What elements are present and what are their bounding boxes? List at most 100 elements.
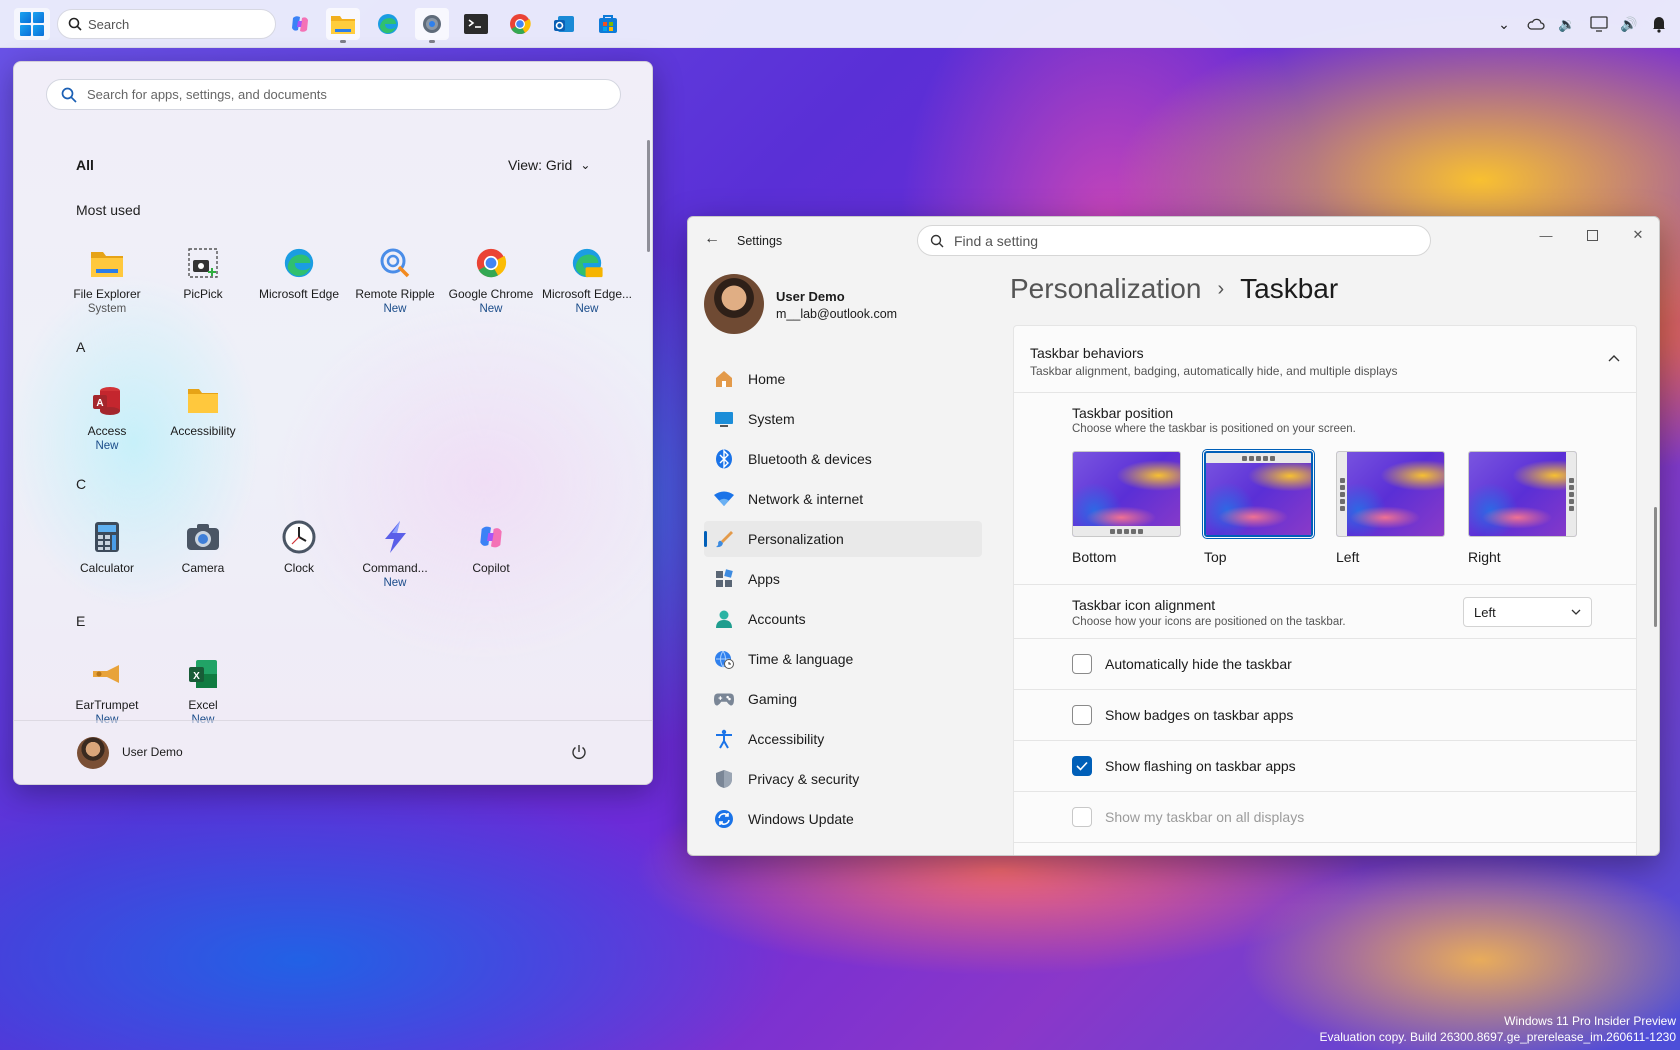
footer-user-name[interactable]: User Demo xyxy=(122,745,183,759)
settings-search-input[interactable] xyxy=(954,232,1414,249)
view-grid-dropdown[interactable]: View: Grid ⌄ xyxy=(508,157,590,173)
nav-item-time-language[interactable]: Time & language xyxy=(704,641,982,677)
position-label-right: Right xyxy=(1468,549,1501,565)
taskbar-behaviors-panel: Taskbar behaviors Taskbar alignment, bad… xyxy=(1013,325,1637,855)
app-accessibility-folder[interactable]: Accessibility xyxy=(155,382,251,468)
app-command-palette[interactable]: Command... New xyxy=(347,519,443,605)
start-button[interactable] xyxy=(14,8,50,40)
remote-ripple-icon xyxy=(377,245,413,281)
display-icon[interactable] xyxy=(1589,14,1609,34)
bluetooth-icon xyxy=(714,449,734,469)
breadcrumb: Personalization › Taskbar xyxy=(1010,273,1338,305)
start-search-box[interactable] xyxy=(46,79,621,110)
speaker-icon[interactable]: 🔊 xyxy=(1619,14,1639,34)
chevron-up-icon[interactable]: ⌄ xyxy=(1494,14,1514,34)
badges-checkbox[interactable] xyxy=(1072,705,1092,725)
app-calculator[interactable]: Calculator xyxy=(59,519,155,605)
minimize-icon[interactable]: — xyxy=(1526,223,1566,247)
app-copilot[interactable]: Copilot xyxy=(443,519,539,605)
avatar[interactable] xyxy=(704,274,764,334)
flashing-checkbox[interactable] xyxy=(1072,756,1092,776)
app-access[interactable]: A Access New xyxy=(59,382,155,468)
app-label: Calculator xyxy=(79,561,135,575)
settings-scrollbar[interactable] xyxy=(1654,507,1657,627)
nav-item-privacy[interactable]: Privacy & security xyxy=(704,761,982,797)
app-google-chrome[interactable]: Google Chrome New xyxy=(443,245,539,331)
power-icon[interactable] xyxy=(570,743,588,761)
most-used-heading: Most used xyxy=(76,202,141,218)
taskbar-terminal[interactable] xyxy=(459,8,493,40)
taskbar-edge[interactable] xyxy=(371,8,405,40)
search-icon xyxy=(68,17,82,31)
start-search-input[interactable] xyxy=(87,87,607,102)
start-footer: User Demo xyxy=(14,720,652,784)
notification-bell-icon[interactable] xyxy=(1649,14,1669,34)
taskbar-store[interactable] xyxy=(591,8,625,40)
settings-search-box[interactable] xyxy=(917,225,1431,256)
breadcrumb-parent[interactable]: Personalization xyxy=(1010,273,1201,305)
section-a-heading: A xyxy=(76,339,86,355)
back-arrow-icon[interactable]: ← xyxy=(702,229,722,249)
nav-item-home[interactable]: Home xyxy=(704,361,982,397)
auto-hide-checkbox[interactable] xyxy=(1072,654,1092,674)
position-option-left[interactable] xyxy=(1336,451,1445,537)
nav-label: Network & internet xyxy=(748,491,864,507)
brush-icon xyxy=(714,529,734,549)
position-option-right[interactable] xyxy=(1468,451,1577,537)
app-microsoft-edge[interactable]: Microsoft Edge xyxy=(251,245,347,331)
wifi-icon xyxy=(714,489,734,509)
update-icon xyxy=(714,809,734,829)
next-row xyxy=(1013,843,1637,855)
nav-item-personalization[interactable]: Personalization xyxy=(704,521,982,557)
nav-item-apps[interactable]: Apps xyxy=(704,561,982,597)
auto-hide-row: Automatically hide the taskbar xyxy=(1013,639,1637,690)
wallpaper-preview xyxy=(1337,452,1444,536)
taskbar-behaviors-header[interactable]: Taskbar behaviors Taskbar alignment, bad… xyxy=(1013,325,1637,393)
nav-item-accounts[interactable]: Accounts xyxy=(704,601,982,637)
watermark-line1: Windows 11 Pro Insider Preview xyxy=(1504,1014,1676,1028)
copilot-icon xyxy=(473,519,509,555)
app-new-badge: New xyxy=(383,303,407,315)
page-title: Taskbar xyxy=(1240,273,1339,304)
app-picpick[interactable]: PicPick xyxy=(155,245,251,331)
edge-icon xyxy=(281,245,317,281)
app-label: Google Chrome xyxy=(448,287,534,301)
taskbar-outlook[interactable] xyxy=(547,8,581,40)
chevron-up-icon[interactable] xyxy=(1604,348,1624,368)
app-camera[interactable]: Camera xyxy=(155,519,251,605)
nav-item-bluetooth[interactable]: Bluetooth & devices xyxy=(704,441,982,477)
position-option-top[interactable] xyxy=(1202,449,1315,539)
maximize-icon[interactable] xyxy=(1572,223,1612,247)
nav-item-gaming[interactable]: Gaming xyxy=(704,681,982,717)
taskbar-settings[interactable] xyxy=(415,8,449,43)
position-label-left: Left xyxy=(1336,549,1360,565)
taskbar-chrome[interactable] xyxy=(503,8,537,40)
terminal-icon xyxy=(464,14,488,34)
taskbar-search[interactable]: Search xyxy=(57,9,276,39)
nav-item-system[interactable]: System xyxy=(704,401,982,437)
chrome-icon xyxy=(510,14,531,35)
position-option-bottom[interactable] xyxy=(1072,451,1181,537)
taskbar-copilot[interactable] xyxy=(283,8,317,40)
window-title: Settings xyxy=(737,234,783,248)
position-label-bottom: Bottom xyxy=(1072,549,1117,565)
app-remote-ripple[interactable]: Remote Ripple New xyxy=(347,245,443,331)
nav-item-network[interactable]: Network & internet xyxy=(704,481,982,517)
app-clock[interactable]: Clock xyxy=(251,519,347,605)
nav-item-accessibility[interactable]: Accessibility xyxy=(704,721,982,757)
onedrive-cloud-icon[interactable] xyxy=(1526,14,1546,34)
nav-label: Personalization xyxy=(748,531,844,547)
nav-item-windows-update[interactable]: Windows Update xyxy=(704,801,982,837)
app-microsoft-edge-canary[interactable]: Microsoft Edge... New xyxy=(539,245,635,331)
alignment-dropdown[interactable]: Left xyxy=(1463,597,1592,627)
start-scrollbar[interactable] xyxy=(647,140,650,252)
volume-icon[interactable]: 🔉 xyxy=(1557,14,1577,34)
globe-clock-icon xyxy=(714,649,734,669)
avatar[interactable] xyxy=(77,737,109,769)
app-file-explorer[interactable]: File Explorer System xyxy=(59,245,155,331)
close-icon[interactable]: ✕ xyxy=(1618,223,1658,247)
accessibility-icon xyxy=(714,729,734,749)
taskbar-file-explorer[interactable] xyxy=(326,8,360,43)
lightning-icon xyxy=(377,519,413,555)
watermark-line2: Evaluation copy. Build 26300.8697.ge_pre… xyxy=(1319,1030,1676,1044)
